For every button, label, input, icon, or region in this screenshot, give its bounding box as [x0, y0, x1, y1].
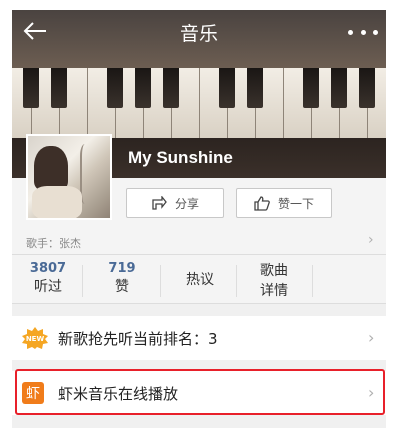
page-title: 音乐	[179, 22, 218, 45]
song-title: My Sunshine	[128, 148, 233, 167]
share-icon	[152, 196, 167, 210]
xiami-logo-icon: 虾	[22, 382, 44, 404]
xiami-play-row[interactable]: 虾 虾米音乐在线播放 ›	[12, 371, 386, 415]
stat-listened[interactable]: 3807 听过	[18, 261, 78, 297]
chevron-right-icon: ›	[368, 383, 375, 402]
new-badge-text: NEW	[26, 335, 45, 343]
stat-likes-count: 719	[108, 261, 136, 276]
piano-keys-image	[12, 68, 386, 138]
chevron-right-icon: ›	[368, 328, 375, 347]
like-button[interactable]: 赞一下	[236, 188, 332, 218]
xiami-play-label: 虾米音乐在线播放	[58, 384, 179, 403]
stat-song-details[interactable]: 歌曲 详情	[244, 261, 304, 301]
stats-bar: 3807 听过 719 赞 热议 歌曲 详情	[12, 254, 386, 304]
top-bar: 音乐	[12, 10, 386, 54]
thumbs-up-icon	[254, 195, 270, 211]
share-label: 分享	[174, 196, 199, 211]
stat-likes-label: 赞	[115, 279, 129, 295]
album-cover	[26, 134, 112, 220]
share-button[interactable]: 分享	[126, 188, 224, 218]
new-badge-icon: NEW	[22, 327, 48, 349]
stat-details-line2: 详情	[260, 283, 288, 299]
more-options-icon[interactable]	[348, 22, 378, 42]
stat-listened-count: 3807	[29, 261, 67, 276]
stat-listened-label: 听过	[34, 279, 62, 295]
new-song-rank-label: 新歌抢先听当前排名：3	[58, 329, 218, 348]
stat-discuss-label: 热议	[186, 272, 214, 288]
stat-likes[interactable]: 719 赞	[92, 261, 152, 297]
stat-discuss[interactable]: 热议	[170, 261, 230, 299]
new-song-rank-row[interactable]: NEW 新歌抢先听当前排名：3 ›	[12, 316, 386, 360]
like-label: 赞一下	[277, 196, 314, 211]
singer-text: 歌手：张杰	[26, 237, 81, 250]
stat-details-line1: 歌曲	[260, 263, 288, 279]
back-arrow-icon[interactable]	[22, 20, 50, 44]
chevron-right-icon[interactable]: ›	[368, 232, 374, 248]
xiami-logo-text: 虾	[26, 386, 40, 402]
music-screen: 音乐 My Sunshine 分享 赞一下 歌手：张杰 › 3807 听过 71…	[12, 10, 386, 428]
